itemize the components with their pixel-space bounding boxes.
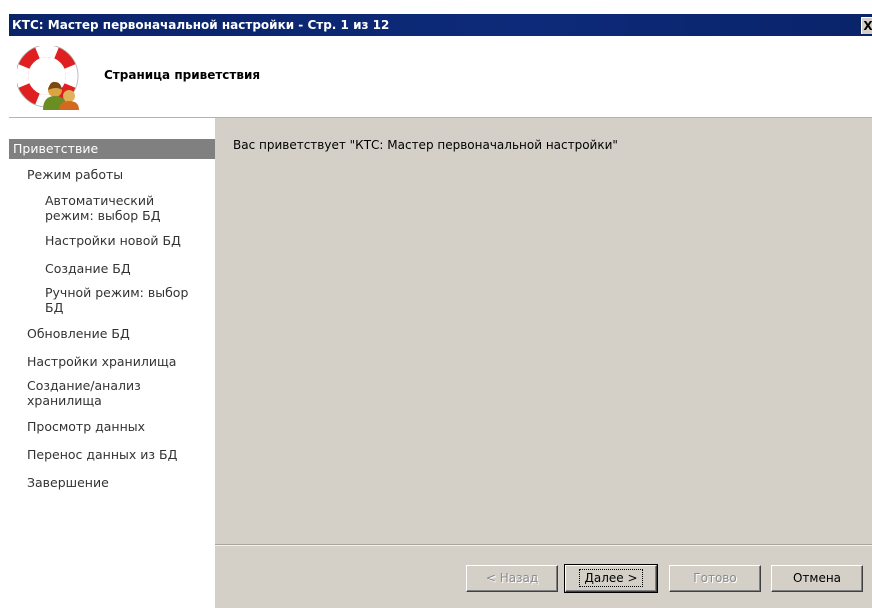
wizard-content-panel: Вас приветствует "КТС: Мастер первоначал… [215,117,872,608]
wizard-header: Страница приветствия [9,36,872,117]
button-divider [215,544,872,546]
sidebar-item-storage-settings[interactable]: Настройки хранилища [27,354,176,369]
finish-button[interactable]: Готово [669,565,761,592]
next-button[interactable]: Далее > [564,564,658,593]
welcome-text: Вас приветствует "КТС: Мастер первоначал… [233,138,618,152]
close-icon[interactable]: X [861,17,872,34]
page-title: Страница приветствия [104,68,261,82]
sidebar-item-manual-mode-db[interactable]: Ручной режим: выбор БД [45,285,195,315]
sidebar-item-data-transfer[interactable]: Перенос данных из БД [27,447,177,462]
wizard-steps-sidebar: Приветствие Режим работы Автоматический … [9,117,215,608]
lifebuoy-users-icon [15,44,81,110]
sidebar-item-view-data[interactable]: Просмотр данных [27,419,145,434]
sidebar-item-update-db[interactable]: Обновление БД [27,326,130,341]
window-frame [0,0,9,607]
sidebar-item-storage-create[interactable]: Создание/анализ хранилища [27,378,157,408]
sidebar-item-finish[interactable]: Завершение [27,475,109,490]
sidebar-item-auto-mode-db[interactable]: Автоматический режим: выбор БД [45,193,180,223]
sidebar-item-work-mode[interactable]: Режим работы [27,167,123,182]
back-button[interactable]: < Назад [466,565,558,592]
cancel-button[interactable]: Отмена [771,565,863,592]
sidebar-item-new-db-settings[interactable]: Настройки новой БД [45,233,181,248]
sidebar-item-welcome[interactable]: Приветствие [9,139,215,159]
sidebar-item-create-db[interactable]: Создание БД [45,261,131,276]
window-title: КТС: Мастер первоначальной настройки - С… [12,18,390,32]
next-button-label: Далее > [579,569,643,587]
window-titlebar[interactable]: КТС: Мастер первоначальной настройки - С… [9,14,872,36]
